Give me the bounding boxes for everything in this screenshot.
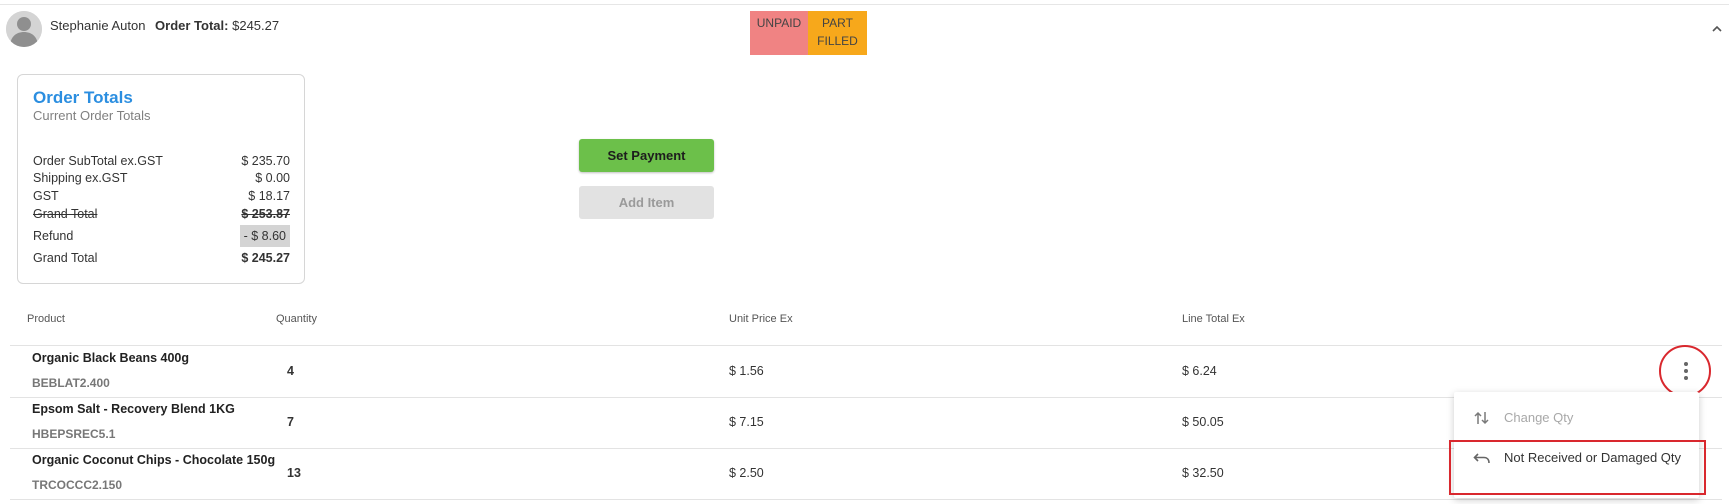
- user-avatar-icon: [6, 11, 42, 47]
- totals-label: Order SubTotal ex.GST: [33, 154, 163, 168]
- fulfillment-status-badge: PART FILLED: [808, 11, 867, 55]
- order-totals-card: Order Totals Current Order Totals Order …: [17, 74, 305, 284]
- totals-label: Grand Total: [33, 207, 98, 221]
- payment-status-text: UNPAID: [756, 16, 802, 30]
- totals-label: GST: [33, 189, 59, 203]
- line-total-value: $ 32.50: [1182, 466, 1224, 480]
- kebab-dot: [1684, 369, 1688, 373]
- menu-item-change-qty[interactable]: Change Qty: [1454, 398, 1699, 438]
- card-title: Order Totals: [33, 88, 133, 107]
- set-payment-button[interactable]: Set Payment: [579, 139, 714, 172]
- refund-value: - $ 8.60: [239, 225, 290, 247]
- product-sku: HBEPSREC5.1: [32, 427, 116, 441]
- quantity-value: 7: [287, 415, 294, 429]
- card-subtitle: Current Order Totals: [33, 108, 151, 123]
- unit-price-value: $ 1.56: [729, 364, 764, 378]
- order-total-value: $245.27: [232, 18, 280, 33]
- customer-name: Stephanie Auton: [50, 18, 146, 33]
- fulfillment-status-line1: PART: [822, 16, 853, 30]
- chevron-up-icon[interactable]: [1710, 22, 1724, 36]
- line-total-value: $ 6.24: [1182, 364, 1217, 378]
- totals-label: Grand Total: [33, 251, 98, 265]
- unit-price-value: $ 7.15: [729, 415, 764, 429]
- swap-vertical-icon: [1474, 411, 1489, 425]
- row-actions-button[interactable]: [1659, 345, 1711, 397]
- totals-label: Shipping ex.GST: [33, 171, 128, 185]
- quantity-value: 4: [287, 364, 294, 378]
- product-name: Epsom Salt - Recovery Blend 1KG: [32, 402, 235, 416]
- table-divider: [10, 345, 1722, 346]
- kebab-dot: [1684, 376, 1688, 380]
- highlight-outline: [1449, 440, 1706, 495]
- order-total-label: Order Total:: [155, 18, 229, 33]
- menu-item-label: Change Qty: [1504, 410, 1574, 425]
- add-item-button[interactable]: Add Item: [579, 186, 714, 219]
- unit-price-value: $ 2.50: [729, 466, 764, 480]
- column-header-quantity: Quantity: [276, 313, 317, 325]
- fulfillment-status-line2: FILLED: [817, 34, 858, 48]
- customer-avatar: [6, 11, 42, 47]
- product-name: Organic Black Beans 400g: [32, 351, 190, 365]
- totals-value: $ 18.17: [248, 189, 290, 203]
- line-total-value: $ 50.05: [1182, 415, 1224, 429]
- customer-summary: Stephanie Auton Order Total: $245.27: [50, 18, 279, 33]
- column-header-line-total: Line Total Ex: [1182, 313, 1245, 325]
- column-header-unit-price: Unit Price Ex: [729, 313, 793, 325]
- totals-value: $ 253.87: [241, 207, 290, 221]
- top-divider: [0, 4, 1729, 5]
- quantity-value: 13: [287, 466, 301, 480]
- totals-value: $ 245.27: [241, 251, 290, 265]
- product-sku: TRCOCCC2.150: [32, 478, 123, 492]
- totals-label: Refund: [33, 229, 74, 243]
- table-divider: [10, 499, 1722, 500]
- product-sku: BEBLAT2.400: [32, 376, 110, 390]
- kebab-dot: [1684, 362, 1688, 366]
- totals-value: $ 235.70: [241, 154, 290, 168]
- payment-status-badge: UNPAID: [750, 11, 808, 55]
- product-name: Organic Coconut Chips - Chocolate 150g: [32, 453, 276, 467]
- totals-value: $ 0.00: [255, 171, 290, 185]
- column-header-product: Product: [27, 313, 65, 325]
